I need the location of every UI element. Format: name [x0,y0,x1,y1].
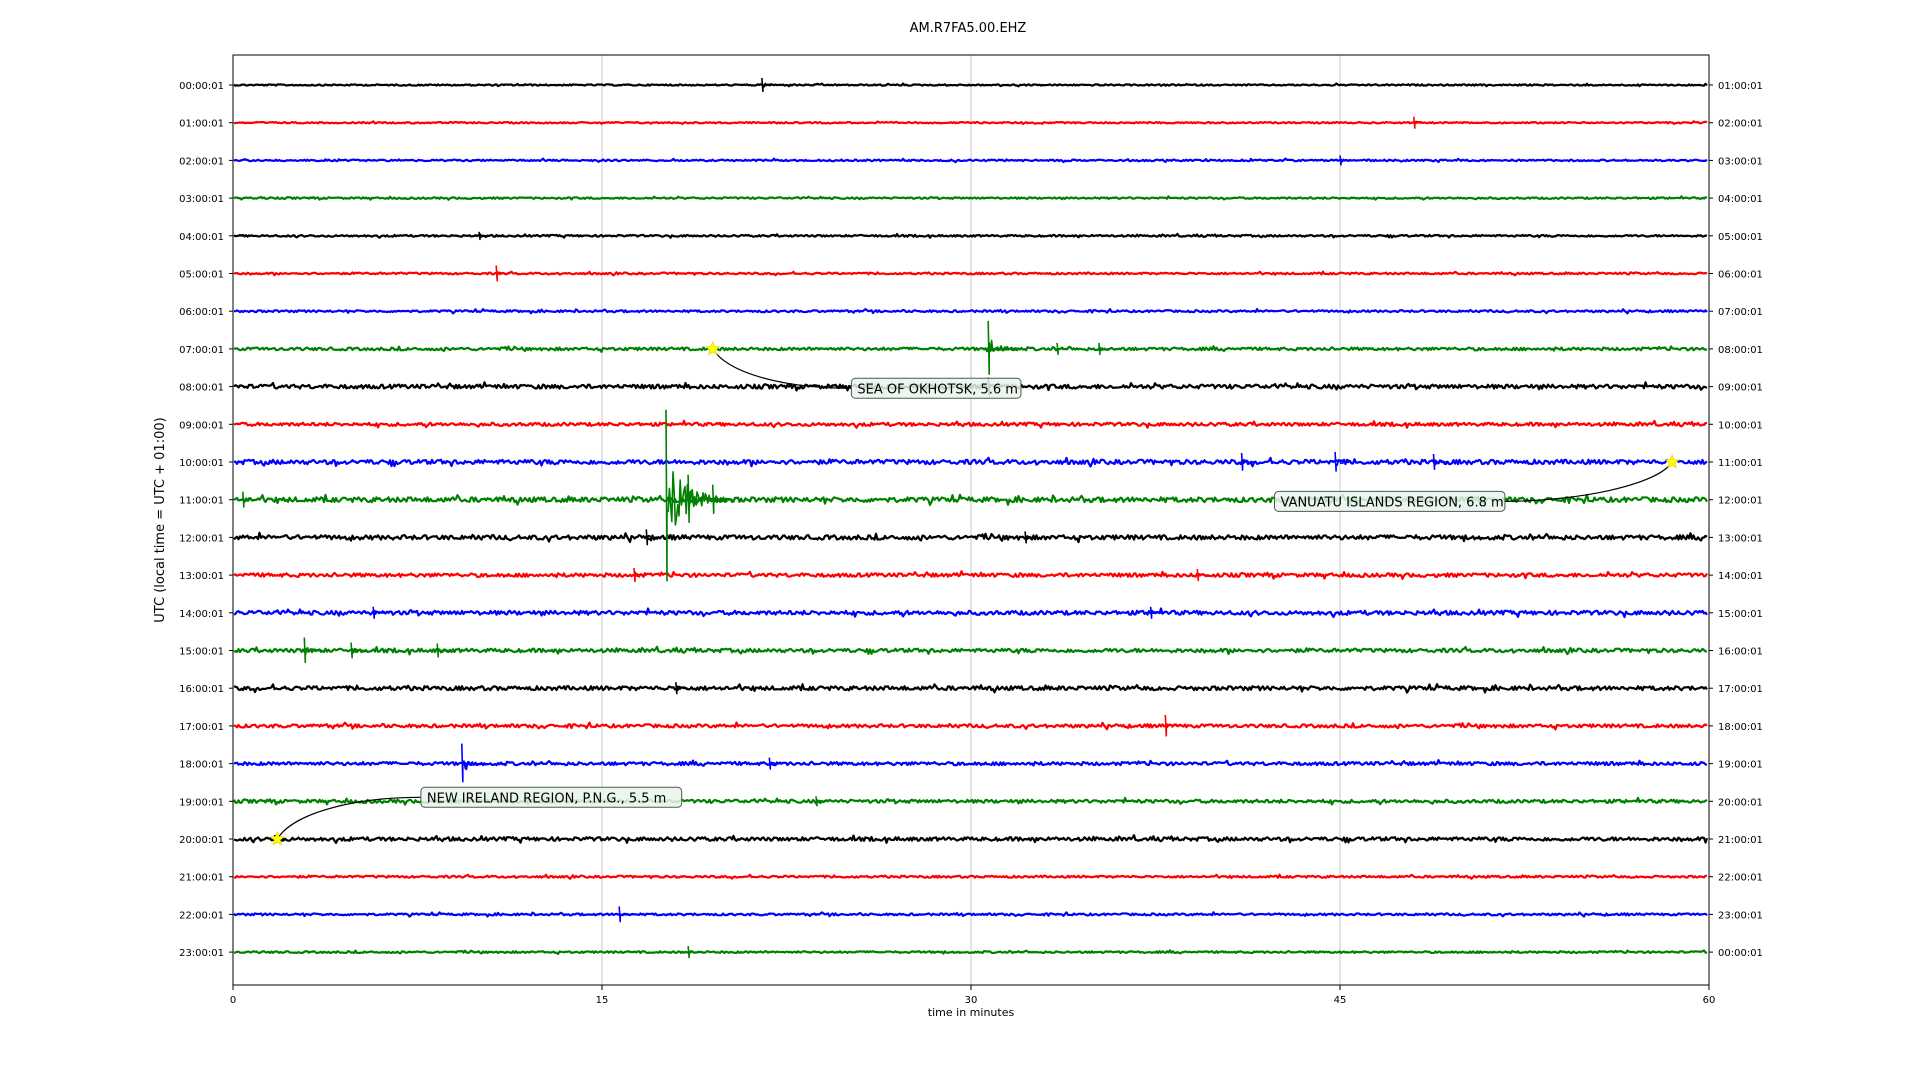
left-row-label: 04:00:01 [179,232,224,243]
right-row-label: 16:00:01 [1718,647,1763,658]
right-row-label: 11:00:01 [1718,458,1763,469]
left-row-label: 20:00:01 [179,835,224,846]
left-row-label: 16:00:01 [179,684,224,695]
seismogram-helicorder: AM.R7FA5.00.EHZ 00:00:01 01:00:01 02:00:01… [0,0,1920,1080]
left-row-label: 05:00:01 [179,270,224,281]
left-row-label: 07:00:01 [179,345,224,356]
x-tick-label: 60 [1703,995,1716,1006]
right-row-label: 14:00:01 [1718,571,1763,582]
figure-background [0,0,1920,1080]
right-row-label: 12:00:01 [1718,496,1763,507]
y-axis-label: UTC (local time = UTC + 01:00) [153,417,168,622]
right-row-label: 03:00:01 [1718,156,1763,167]
left-row-label: 09:00:01 [179,420,224,431]
right-row-label: 21:00:01 [1718,835,1763,846]
x-axis-label: time in minutes [928,1006,1015,1019]
right-row-label: 19:00:01 [1718,760,1763,771]
right-row-label: 23:00:01 [1718,910,1763,921]
left-row-label: 06:00:01 [179,307,224,318]
left-row-label: 00:00:01 [179,81,224,92]
left-row-label: 03:00:01 [179,194,224,205]
left-row-label: 08:00:01 [179,383,224,394]
left-row-label: 10:00:01 [179,458,224,469]
right-row-label: 01:00:01 [1718,81,1763,92]
right-row-label: 00:00:01 [1718,948,1763,959]
x-tick-label: 15 [596,995,609,1006]
left-row-label: 18:00:01 [179,760,224,771]
left-row-label: 17:00:01 [179,722,224,733]
right-row-label: 09:00:01 [1718,383,1763,394]
right-row-label: 07:00:01 [1718,307,1763,318]
x-tick-label: 30 [965,995,978,1006]
right-row-label: 15:00:01 [1718,609,1763,620]
event-label: VANUATU ISLANDS REGION, 6.8 m [1281,495,1504,510]
event-label: NEW IRELAND REGION, P.N.G., 5.5 m [427,791,666,806]
left-row-label: 11:00:01 [179,496,224,507]
left-row-label: 02:00:01 [179,156,224,167]
right-row-label: 05:00:01 [1718,232,1763,243]
left-row-label: 23:00:01 [179,948,224,959]
event-label: SEA OF OKHOTSK, 5.6 m [857,382,1018,397]
left-row-label: 19:00:01 [179,797,224,808]
left-row-label: 14:00:01 [179,609,224,620]
right-row-label: 13:00:01 [1718,533,1763,544]
right-row-label: 17:00:01 [1718,684,1763,695]
left-row-label: 22:00:01 [179,910,224,921]
left-row-label: 13:00:01 [179,571,224,582]
right-row-label: 08:00:01 [1718,345,1763,356]
right-row-label: 02:00:01 [1718,119,1763,130]
right-row-label: 10:00:01 [1718,420,1763,431]
x-tick-label: 0 [230,995,236,1006]
right-row-label: 20:00:01 [1718,797,1763,808]
left-row-label: 21:00:01 [179,873,224,884]
right-row-label: 06:00:01 [1718,270,1763,281]
right-row-label: 18:00:01 [1718,722,1763,733]
left-row-label: 15:00:01 [179,647,224,658]
right-row-label: 22:00:01 [1718,873,1763,884]
x-tick-label: 45 [1334,995,1347,1006]
left-row-label: 12:00:01 [179,533,224,544]
left-row-label: 01:00:01 [179,119,224,130]
chart-title: AM.R7FA5.00.EHZ [910,21,1027,36]
right-row-label: 04:00:01 [1718,194,1763,205]
